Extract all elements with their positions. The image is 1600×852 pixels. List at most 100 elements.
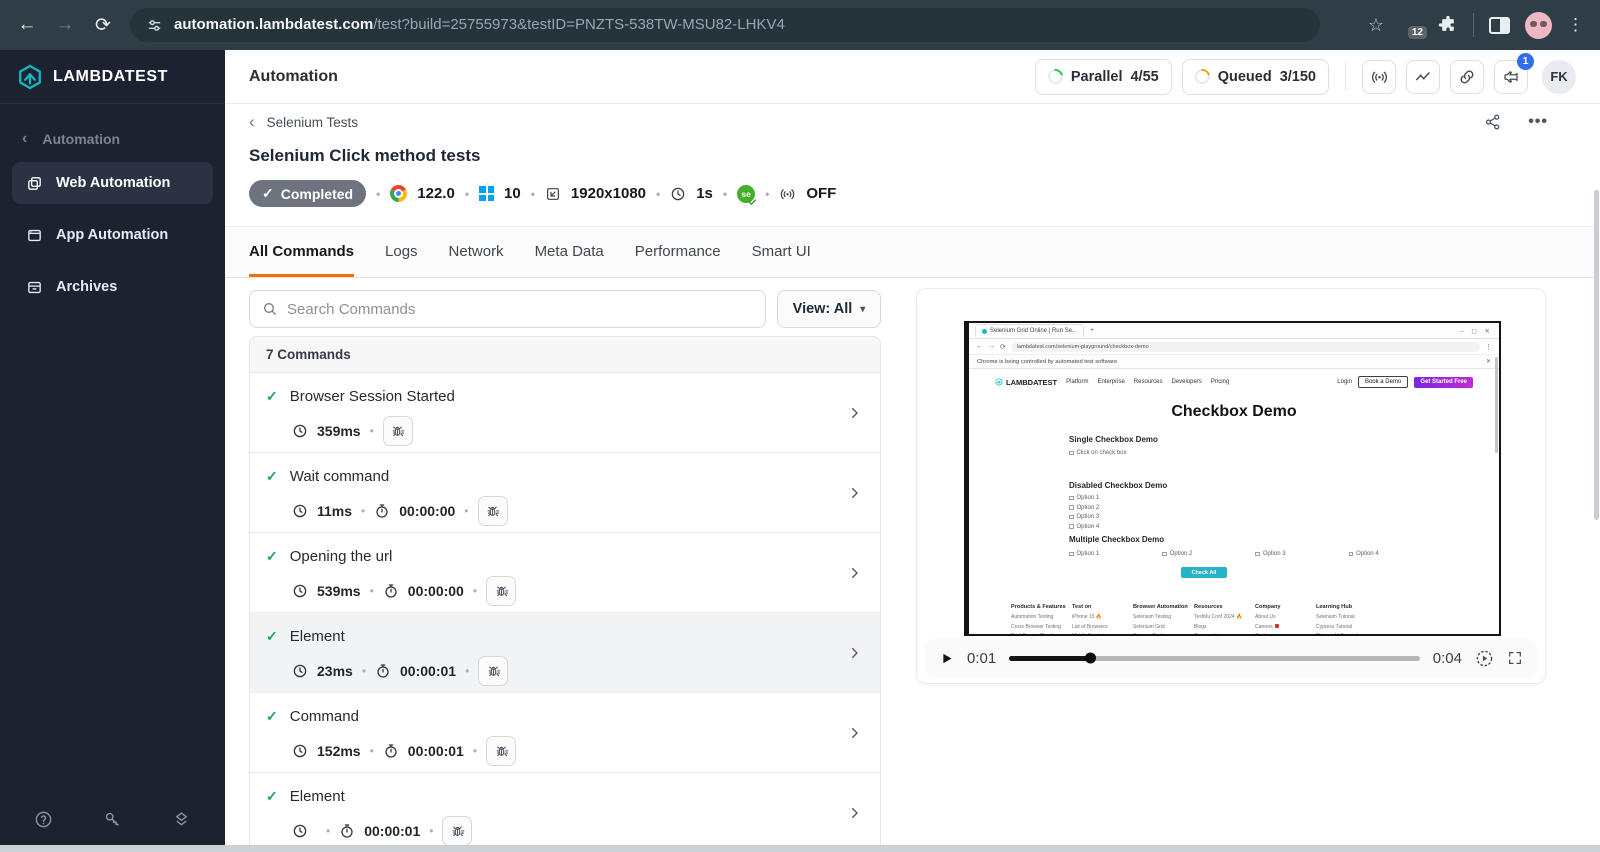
video-login-link: Login <box>1337 379 1352 385</box>
view-filter-dropdown[interactable]: View: All ▾ <box>777 290 881 328</box>
parallel-quota[interactable]: Parallel 4/55 <box>1034 58 1172 95</box>
page-scrollbar[interactable] <box>1594 190 1599 520</box>
debug-bug-button[interactable] <box>442 816 473 846</box>
command-row[interactable]: ✓ Browser Session Started 359ms • <box>250 373 880 453</box>
playback-speed-button[interactable] <box>1475 649 1494 668</box>
parallel-value: 4/55 <box>1130 68 1159 85</box>
duration-clock-icon <box>670 186 686 202</box>
url-host: automation.lambdatest.com <box>174 16 374 33</box>
tunnel-state: OFF <box>806 185 837 202</box>
share-icon[interactable] <box>1484 113 1502 131</box>
debug-bug-button[interactable] <box>478 656 509 686</box>
back-icon[interactable]: ← <box>16 14 38 36</box>
tunnel-button[interactable] <box>1450 59 1484 94</box>
sidebar-item-app-automation[interactable]: App Automation <box>12 214 213 256</box>
analytics-button[interactable] <box>1406 59 1440 94</box>
command-video-time: 00:00:00 <box>399 503 456 519</box>
dot-separator: • <box>472 744 478 758</box>
bug-icon <box>485 504 500 519</box>
screen: ← → ⟳ automation.lambdatest.com/test?bui… <box>0 0 1600 852</box>
browser-version: 122.0 <box>417 185 455 202</box>
sidebar-section-automation[interactable]: ‹ Automation <box>0 104 225 152</box>
chevron-right-icon[interactable] <box>847 565 862 580</box>
video-checkbox-option: Option 2 <box>1069 505 1099 511</box>
browser-profile-avatar[interactable] <box>1525 11 1552 39</box>
bug-icon <box>494 584 509 599</box>
user-avatar[interactable]: FK <box>1542 59 1576 94</box>
fullscreen-button[interactable] <box>1507 650 1523 666</box>
forward-icon[interactable]: → <box>54 14 76 36</box>
test-meta-row: ✓ Completed • 122.0 • 10 • 1920x1080 • 1… <box>249 180 836 207</box>
site-settings-icon[interactable] <box>146 17 163 34</box>
access-key-icon[interactable] <box>103 810 122 829</box>
notification-badge: 1 <box>1517 52 1534 70</box>
insights-button[interactable] <box>1362 59 1396 94</box>
debug-bug-button[interactable] <box>486 736 517 766</box>
command-row[interactable]: ✓ Element • 00:00:01 • <box>250 773 880 852</box>
bug-icon <box>450 824 465 839</box>
test-video-frame[interactable]: Selenium Grid Online | Run Se... + – ◻ ✕… <box>964 321 1501 636</box>
debug-bug-button[interactable] <box>486 576 517 606</box>
sidebar-item-archives[interactable]: Archives <box>12 266 213 308</box>
tab-performance[interactable]: Performance <box>635 227 721 277</box>
breadcrumb-label[interactable]: Selenium Tests <box>267 115 358 130</box>
commands-count: 7 Commands <box>250 337 880 373</box>
chevron-right-icon[interactable] <box>847 405 862 420</box>
extensions-puzzle-icon[interactable] <box>1438 15 1458 35</box>
tab-all-commands[interactable]: All Commands <box>249 227 355 277</box>
command-row[interactable]: ✓ Wait command 11ms • 00:00:00 • <box>250 453 880 533</box>
chevron-right-icon[interactable] <box>847 725 862 740</box>
hiring-dot <box>1274 623 1279 628</box>
video-disabled-checkbox-heading: Disabled Checkbox Demo <box>1069 481 1168 490</box>
video-page-heading: Checkbox Demo <box>1171 403 1297 420</box>
chevron-right-icon[interactable] <box>847 485 862 500</box>
video-seekbar[interactable] <box>1009 655 1420 661</box>
help-icon[interactable] <box>34 810 53 829</box>
command-row[interactable]: ✓ Command 152ms • 00:00:01 • <box>250 693 880 773</box>
extension-pinned-icon[interactable]: 12 <box>1399 13 1429 41</box>
tab-smart-ui[interactable]: Smart UI <box>752 227 811 277</box>
command-row-selected[interactable]: ✓ Element 23ms • 00:00:01 • <box>250 613 880 693</box>
video-checkbox-option: Option 3 <box>1069 514 1099 520</box>
command-name: Wait command <box>289 468 390 485</box>
debug-bug-button[interactable] <box>382 416 413 446</box>
search-commands-box[interactable] <box>249 290 766 328</box>
success-check-icon: ✓ <box>266 388 278 404</box>
address-bar[interactable]: automation.lambdatest.com/test?build=257… <box>130 8 1320 42</box>
sidebar-item-web-automation[interactable]: Web Automation <box>12 162 213 204</box>
chevron-left-icon[interactable]: ‹ <box>22 130 27 148</box>
video-checkbox-option: Option 4 <box>1069 524 1099 530</box>
queued-label: Queued <box>1217 68 1272 85</box>
tab-meta-data[interactable]: Meta Data <box>535 227 604 277</box>
success-check-icon: ✓ <box>266 628 278 644</box>
wave-icon <box>1370 67 1389 86</box>
command-video-time: 00:00:01 <box>400 663 457 679</box>
command-row[interactable]: ✓ Opening the url 539ms • 00:00:00 • <box>250 533 880 613</box>
video-check-all-button: Check All <box>1181 567 1227 578</box>
video-url-text: lambdatest.com/selenium-playground/check… <box>1016 343 1149 350</box>
bookmark-star-icon[interactable]: ☆ <box>1368 15 1384 36</box>
caret-down-icon: ▾ <box>860 303 866 315</box>
megaphone-icon <box>1502 68 1520 86</box>
side-panel-icon[interactable] <box>1489 16 1510 34</box>
queued-quota[interactable]: Queued 3/150 <box>1181 58 1329 95</box>
announcements-button[interactable]: 1 <box>1494 52 1534 94</box>
reload-icon[interactable]: ⟳ <box>92 14 114 37</box>
chevron-right-icon[interactable] <box>847 805 862 820</box>
brand-logo[interactable]: LAMBDATEST <box>0 50 225 104</box>
breadcrumb-back-icon[interactable]: ‹ <box>249 112 255 132</box>
dot-separator: • <box>326 824 331 838</box>
integrations-icon[interactable] <box>172 810 191 829</box>
url-path: /test?build=25755973&testID=PNZTS-538TW-… <box>373 16 785 33</box>
search-commands-input[interactable] <box>287 300 753 318</box>
tab-network[interactable]: Network <box>449 227 504 277</box>
test-title: Selenium Click method tests <box>249 146 481 165</box>
video-window-controls: – ◻ ✕ <box>1459 327 1493 335</box>
browser-menu-icon[interactable]: ⋮ <box>1567 15 1584 35</box>
play-button[interactable] <box>939 651 954 666</box>
debug-bug-button[interactable] <box>477 496 508 526</box>
tab-logs[interactable]: Logs <box>385 227 418 277</box>
lambdatest-logo-icon <box>17 64 43 90</box>
more-options-icon[interactable]: ••• <box>1528 113 1548 131</box>
chevron-right-icon[interactable] <box>847 645 862 660</box>
